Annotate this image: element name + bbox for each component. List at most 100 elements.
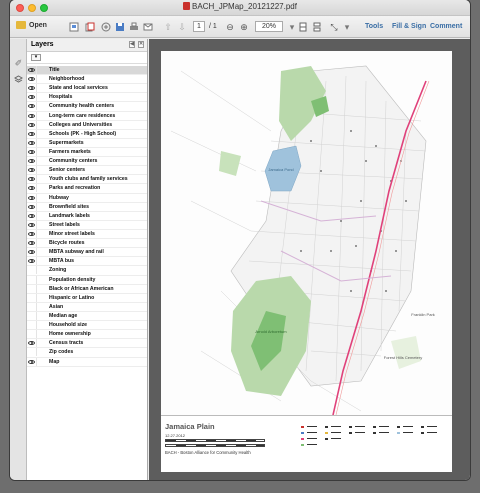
layer-visibility-toggle[interactable] xyxy=(27,102,37,111)
layer-row[interactable]: Asian xyxy=(27,302,147,312)
folder-icon xyxy=(16,21,26,29)
zoom-in-icon[interactable]: ⊕ xyxy=(238,21,250,33)
open-button[interactable]: Open xyxy=(16,21,47,29)
layer-visibility-toggle[interactable] xyxy=(27,257,37,266)
layer-visibility-toggle[interactable] xyxy=(27,111,37,120)
layers-icon[interactable] xyxy=(13,75,24,84)
layer-row[interactable]: Hubway xyxy=(27,193,147,203)
layer-visibility-toggle[interactable] xyxy=(27,129,37,138)
layer-row[interactable]: Population density xyxy=(27,275,147,285)
layer-visibility-toggle[interactable] xyxy=(27,293,37,302)
arboretum-label: Arnold Arboretum xyxy=(255,329,287,334)
layer-visibility-toggle[interactable] xyxy=(27,330,37,339)
layer-row[interactable]: Map xyxy=(27,357,147,367)
layer-row[interactable]: Zip codes xyxy=(27,348,147,358)
share-icon[interactable] xyxy=(100,21,112,33)
layer-visibility-toggle[interactable] xyxy=(27,302,37,311)
layer-visibility-toggle[interactable] xyxy=(27,220,37,229)
save-icon[interactable] xyxy=(114,21,126,33)
layers-options-icon[interactable]: ▾ xyxy=(31,54,41,61)
layer-row[interactable]: MBTA subway and rail xyxy=(27,248,147,258)
layer-row[interactable]: Home ownership xyxy=(27,330,147,340)
fill-sign-button[interactable]: Fill & Sign xyxy=(392,23,426,30)
layer-row[interactable]: Supermarkets xyxy=(27,138,147,148)
layer-visibility-toggle[interactable] xyxy=(27,184,37,193)
email-icon[interactable] xyxy=(142,21,154,33)
layer-visibility-toggle[interactable] xyxy=(27,84,37,93)
layer-row[interactable]: Colleges and Universities xyxy=(27,120,147,130)
page-number-field[interactable]: 1 xyxy=(193,21,205,32)
collapse-panel-icon[interactable]: ◀ xyxy=(129,41,135,48)
previous-page-icon[interactable]: ⇧ xyxy=(162,21,174,33)
scroll-mode-icon[interactable] xyxy=(311,21,323,33)
layer-row[interactable]: MBTA bus xyxy=(27,257,147,267)
close-panel-icon[interactable]: ✕ xyxy=(138,41,144,48)
layer-visibility-toggle[interactable] xyxy=(27,93,37,102)
eye-icon xyxy=(28,131,35,136)
layer-visibility-toggle[interactable] xyxy=(27,75,37,84)
layer-row[interactable]: Youth clubs and family services xyxy=(27,175,147,185)
layer-row[interactable]: Bicycle routes xyxy=(27,239,147,249)
layer-row[interactable]: Zoning xyxy=(27,266,147,276)
layer-row[interactable]: Community centers xyxy=(27,157,147,167)
layer-visibility-toggle[interactable] xyxy=(27,275,37,284)
comment-button[interactable]: Comment xyxy=(430,23,462,30)
layer-row[interactable]: State and local services xyxy=(27,84,147,94)
layer-visibility-toggle[interactable] xyxy=(27,138,37,147)
layer-row[interactable]: Median age xyxy=(27,312,147,322)
layer-visibility-toggle[interactable] xyxy=(27,230,37,239)
layer-row[interactable]: Long-term care residences xyxy=(27,111,147,121)
zoom-field[interactable]: 20% xyxy=(255,21,283,32)
legend-symbol-grid xyxy=(301,426,437,446)
layer-visibility-toggle[interactable] xyxy=(27,248,37,257)
eye-icon xyxy=(28,113,35,118)
toolbar-more-icon[interactable]: ▾ xyxy=(341,21,353,33)
layer-row[interactable]: Hispanic or Latino xyxy=(27,293,147,303)
tools-button[interactable]: Tools xyxy=(365,23,383,30)
layer-visibility-toggle[interactable] xyxy=(27,284,37,293)
layer-visibility-toggle[interactable] xyxy=(27,166,37,175)
layer-row[interactable]: Brownfield sites xyxy=(27,202,147,212)
layer-visibility-toggle[interactable] xyxy=(27,357,37,366)
layer-row[interactable]: Hospitals xyxy=(27,93,147,103)
layer-visibility-toggle[interactable] xyxy=(27,211,37,220)
layer-row[interactable]: Minor street labels xyxy=(27,230,147,240)
layer-visibility-toggle[interactable] xyxy=(27,193,37,202)
eye-icon xyxy=(28,77,35,82)
layer-visibility-toggle[interactable] xyxy=(27,312,37,320)
layer-row[interactable]: Parks and recreation xyxy=(27,184,147,194)
layer-row[interactable]: Household size xyxy=(27,321,147,331)
layer-row[interactable]: Senior centers xyxy=(27,166,147,176)
layer-row[interactable]: Neighborhood xyxy=(27,75,147,85)
map-legend: Jamaica Plain 12.27.2012 BACH - Boston A… xyxy=(161,415,452,472)
layer-row[interactable]: Street labels xyxy=(27,220,147,230)
layer-visibility-toggle[interactable] xyxy=(27,175,37,184)
layer-row[interactable]: Black or African American xyxy=(27,284,147,294)
read-mode-icon[interactable]: ⤡ xyxy=(328,21,340,33)
layer-visibility-toggle[interactable] xyxy=(27,148,37,157)
layer-row[interactable]: Census tracts xyxy=(27,339,147,349)
next-page-icon[interactable]: ⇩ xyxy=(176,21,188,33)
layer-visibility-toggle[interactable] xyxy=(27,66,37,75)
zoom-out-icon[interactable]: ⊖ xyxy=(224,21,236,33)
layer-row[interactable]: Schools (PK - High School) xyxy=(27,129,147,139)
layer-row[interactable]: Community health centers xyxy=(27,102,147,112)
combine-files-icon[interactable] xyxy=(84,21,96,33)
create-pdf-icon[interactable] xyxy=(68,21,80,33)
pond-label: Jamaica Pond xyxy=(268,167,293,172)
layer-visibility-toggle[interactable] xyxy=(27,321,37,330)
attachment-icon[interactable]: ✐ xyxy=(14,59,23,68)
layer-row[interactable]: Farmers markets xyxy=(27,148,147,158)
layer-row[interactable]: Title xyxy=(27,66,147,76)
layer-visibility-toggle[interactable] xyxy=(27,266,37,275)
print-icon[interactable] xyxy=(128,21,140,33)
app-window: BACH_JPMap_20121227.pdf Open ⇧ ⇩ 1 / 1 ⊖ xyxy=(10,0,470,480)
fit-page-icon[interactable] xyxy=(297,21,309,33)
layer-visibility-toggle[interactable] xyxy=(27,339,37,348)
layer-visibility-toggle[interactable] xyxy=(27,157,37,166)
layer-visibility-toggle[interactable] xyxy=(27,202,37,211)
layer-visibility-toggle[interactable] xyxy=(27,348,37,357)
layer-visibility-toggle[interactable] xyxy=(27,239,37,248)
layer-visibility-toggle[interactable] xyxy=(27,120,37,129)
layer-row[interactable]: Landmark labels xyxy=(27,211,147,221)
